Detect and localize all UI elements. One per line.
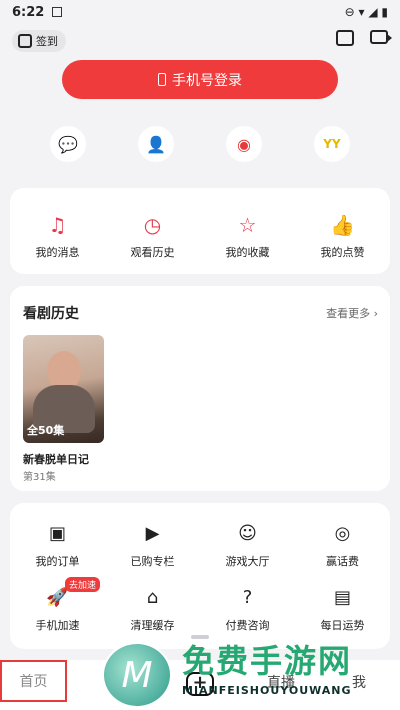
view-more-link[interactable]: 查看更多 › xyxy=(326,305,378,321)
fortune-icon: ▤ xyxy=(333,587,351,608)
watch-history-card: 看剧历史 查看更多 › 全50集 新春脱单日记 第31集 xyxy=(10,286,390,491)
calendar-icon xyxy=(18,34,32,48)
gamepad-icon: ☺ xyxy=(238,523,257,544)
clear-cache-button[interactable]: ⌂ 清理缓存 xyxy=(105,585,200,633)
my-orders-button[interactable]: ▣ 我的订单 xyxy=(10,521,105,569)
question-icon: ? xyxy=(242,587,253,608)
my-favorites-button[interactable]: ☆ 我的收藏 xyxy=(208,212,288,260)
my-messages-button[interactable]: ♫ 我的消息 xyxy=(18,212,98,260)
clock-icon: ◷ xyxy=(143,213,162,237)
quick-label: 我的消息 xyxy=(35,246,80,259)
drama-episode: 第31集 xyxy=(23,472,56,483)
tool-label: 付费咨询 xyxy=(225,619,270,632)
yy-icon[interactable]: YY xyxy=(314,126,350,162)
status-time: 6:22 xyxy=(12,4,45,20)
checkin-button[interactable]: 签到 xyxy=(12,30,66,52)
bell-icon: ♫ xyxy=(48,213,67,237)
play-icon: ▶ xyxy=(145,523,160,544)
watermark: M 免费手游网 MIANFEISHOUYOUWANG xyxy=(102,634,382,710)
tool-label: 手机加速 xyxy=(35,619,80,632)
thumbs-up-icon: 👍 xyxy=(330,213,355,237)
tool-label: 赢话费 xyxy=(326,555,359,568)
scan-icon[interactable] xyxy=(336,30,354,46)
status-bar: 6:22 ⊖ ▾ ◢ ▮ xyxy=(0,0,400,24)
my-likes-button[interactable]: 👍 我的点赞 xyxy=(303,212,383,260)
quick-label: 我的收藏 xyxy=(225,246,270,259)
top-bar: 签到 xyxy=(12,30,392,52)
tab-home[interactable]: 首页 xyxy=(0,660,67,702)
paid-consult-button[interactable]: ? 付费咨询 xyxy=(200,585,295,633)
daily-fortune-button[interactable]: ▤ 每日运势 xyxy=(295,585,390,633)
watermark-subtitle: MIANFEISHOUYOUWANG xyxy=(182,684,352,697)
phone-icon xyxy=(158,73,166,86)
phone-login-button[interactable]: 手机号登录 xyxy=(62,60,338,99)
watermark-logo: M xyxy=(102,642,172,708)
weibo-icon[interactable]: ◉ xyxy=(226,126,262,162)
qq-icon[interactable]: 👤 xyxy=(138,126,174,162)
tool-label: 游戏大厅 xyxy=(225,555,270,568)
tool-label: 我的订单 xyxy=(35,555,80,568)
drama-title[interactable]: 新春脱单日记 xyxy=(23,451,89,467)
phone-speedup-button[interactable]: 🚀 手机加速 xyxy=(10,585,105,633)
star-icon: ☆ xyxy=(238,213,257,237)
tool-label: 清理缓存 xyxy=(130,619,175,632)
watermark-title: 免费手游网 xyxy=(182,642,353,680)
broom-icon: ⌂ xyxy=(146,587,159,608)
purchased-columns-button[interactable]: ▶ 已购专栏 xyxy=(105,521,200,569)
quick-label: 观看历史 xyxy=(130,246,175,259)
tool-label: 已购专栏 xyxy=(130,555,175,568)
episode-count-badge: 全50集 xyxy=(27,424,65,437)
history-title: 看剧历史 xyxy=(23,306,79,322)
status-app-icon xyxy=(52,7,63,17)
tool-label: 每日运势 xyxy=(320,619,365,632)
wechat-icon[interactable]: 💬 xyxy=(50,126,86,162)
status-right: ⊖ ▾ ◢ ▮ xyxy=(344,5,388,19)
login-label: 手机号登录 xyxy=(172,72,242,89)
speedup-tag: 去加速 xyxy=(65,577,101,592)
social-login-row: 💬 👤 ◉ YY xyxy=(50,126,350,162)
order-icon: ▣ xyxy=(48,523,66,544)
quick-actions-card: ♫ 我的消息 ◷ 观看历史 ☆ 我的收藏 👍 我的点赞 xyxy=(10,188,390,274)
top-icons xyxy=(336,30,392,46)
drama-poster[interactable]: 全50集 xyxy=(23,335,104,443)
video-camera-icon[interactable] xyxy=(370,30,392,44)
checkin-label: 签到 xyxy=(36,35,58,48)
quick-label: 我的点赞 xyxy=(320,246,365,259)
win-credit-button[interactable]: ◎ 赢话费 xyxy=(295,521,390,569)
money-bag-icon: ◎ xyxy=(334,523,351,544)
game-hall-button[interactable]: ☺ 游戏大厅 xyxy=(200,521,295,569)
watch-history-button[interactable]: ◷ 观看历史 xyxy=(113,212,193,260)
tools-card: ▣ 我的订单 ▶ 已购专栏 ☺ 游戏大厅 ◎ 赢话费 🚀 手机加速 ⌂ 清理缓存… xyxy=(10,503,390,649)
